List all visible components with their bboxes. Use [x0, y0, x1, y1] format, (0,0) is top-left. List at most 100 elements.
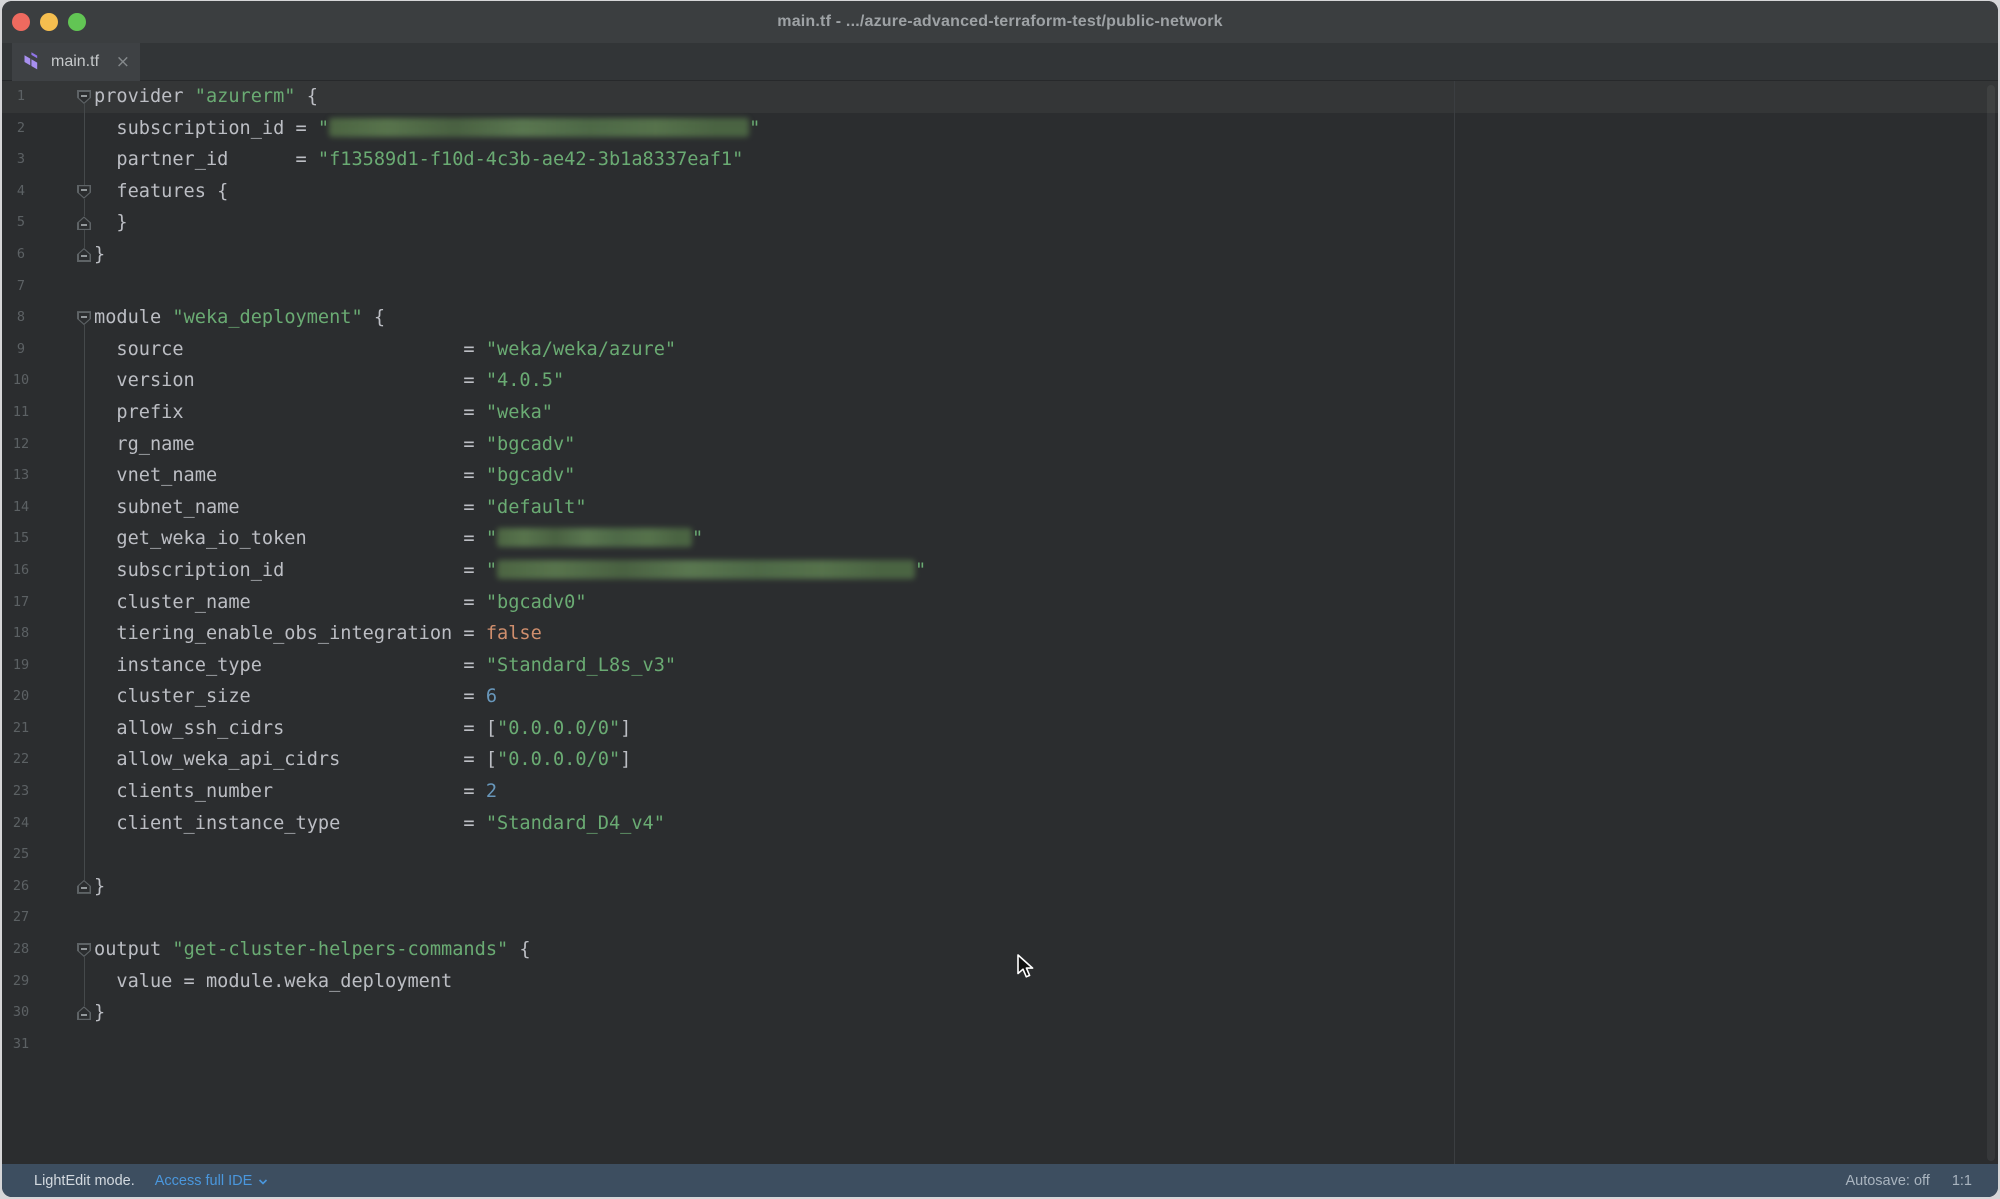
line-number: 31 [2, 1029, 40, 1061]
code-text: rg_name = "bgcadv" [94, 429, 575, 461]
code-line[interactable]: 6} [2, 239, 1998, 271]
code-line[interactable]: 7 [2, 271, 1998, 303]
code-line[interactable]: 20 cluster_size = 6 [2, 681, 1998, 713]
editor-scrollbar[interactable] [1987, 85, 1995, 1161]
code-line[interactable]: 18 tiering_enable_obs_integration = fals… [2, 618, 1998, 650]
line-number: 2 [2, 113, 40, 145]
window-title: main.tf - .../azure-advanced-terraform-t… [2, 1, 1998, 43]
line-number: 21 [2, 713, 40, 745]
fold-connector [84, 230, 85, 248]
code-line[interactable]: 22 allow_weka_api_cidrs = ["0.0.0.0/0"] [2, 744, 1998, 776]
tab-bar: main.tf × [2, 43, 1998, 81]
fold-region-end-icon[interactable] [77, 216, 91, 230]
code-line[interactable]: 26} [2, 871, 1998, 903]
mouse-cursor [1014, 954, 1040, 980]
code-line[interactable]: 16 subscription_id = "" [2, 555, 1998, 587]
code-line[interactable]: 15 get_weka_io_token = "" [2, 523, 1998, 555]
code-line[interactable]: 24 client_instance_type = "Standard_D4_v… [2, 808, 1998, 840]
line-number: 6 [2, 239, 40, 271]
code-text: vnet_name = "bgcadv" [94, 460, 575, 492]
tab-label: main.tf [51, 53, 99, 71]
line-number: 24 [2, 808, 40, 840]
caret-position-widget[interactable]: 1:1 [1952, 1173, 1972, 1189]
fold-connector [84, 325, 85, 880]
fold-connector [84, 104, 85, 185]
line-number: 9 [2, 334, 40, 366]
code-text: version = "4.0.5" [94, 365, 564, 397]
code-line[interactable]: 30} [2, 997, 1998, 1029]
line-number: 26 [2, 871, 40, 903]
code-line[interactable]: 29 value = module.weka_deployment [2, 966, 1998, 998]
code-line[interactable]: 31 [2, 1029, 1998, 1061]
code-text: } [94, 997, 105, 1029]
tab-main-tf[interactable]: main.tf × [12, 43, 140, 81]
status-bar: LightEdit mode. Access full IDE Autosave… [2, 1164, 1998, 1197]
code-line[interactable]: 12 rg_name = "bgcadv" [2, 429, 1998, 461]
code-line[interactable]: 2 subscription_id = "" [2, 113, 1998, 145]
code-text: allow_ssh_cidrs = ["0.0.0.0/0"] [94, 713, 631, 745]
code-text: get_weka_io_token = "" [94, 523, 703, 555]
fold-connector [84, 199, 85, 217]
line-number: 27 [2, 902, 40, 934]
code-text: source = "weka/weka/azure" [94, 334, 676, 366]
code-text: subscription_id = "" [94, 113, 760, 145]
code-line[interactable]: 11 prefix = "weka" [2, 397, 1998, 429]
code-text: clients_number = 2 [94, 776, 497, 808]
code-line[interactable]: 17 cluster_name = "bgcadv0" [2, 587, 1998, 619]
code-line[interactable]: 13 vnet_name = "bgcadv" [2, 460, 1998, 492]
access-full-ide-link[interactable]: Access full IDE [155, 1173, 269, 1189]
code-text: cluster_name = "bgcadv0" [94, 587, 587, 619]
code-line[interactable]: 10 version = "4.0.5" [2, 365, 1998, 397]
code-line[interactable]: 28output "get-cluster-helpers-commands" … [2, 934, 1998, 966]
code-editor[interactable]: 1provider "azurerm" {2 subscription_id =… [2, 81, 1998, 1164]
code-line[interactable]: 21 allow_ssh_cidrs = ["0.0.0.0/0"] [2, 713, 1998, 745]
line-number: 12 [2, 429, 40, 461]
line-number: 3 [2, 144, 40, 176]
line-number: 20 [2, 681, 40, 713]
line-number: 15 [2, 523, 40, 555]
autosave-status[interactable]: Autosave: off [1845, 1173, 1929, 1189]
code-text: } [94, 239, 105, 271]
code-text: subnet_name = "default" [94, 492, 587, 524]
code-line[interactable]: 14 subnet_name = "default" [2, 492, 1998, 524]
code-text: tiering_enable_obs_integration = false [94, 618, 542, 650]
line-number: 19 [2, 650, 40, 682]
code-line[interactable]: 8module "weka_deployment" { [2, 302, 1998, 334]
code-text: allow_weka_api_cidrs = ["0.0.0.0/0"] [94, 744, 631, 776]
redacted-secret [329, 118, 749, 137]
code-line[interactable]: 4 features { [2, 176, 1998, 208]
code-text: client_instance_type = "Standard_D4_v4" [94, 808, 665, 840]
redacted-secret [497, 560, 915, 579]
fold-region-start-icon[interactable] [77, 943, 91, 957]
code-line[interactable]: 23 clients_number = 2 [2, 776, 1998, 808]
code-line[interactable]: 27 [2, 902, 1998, 934]
fold-region-end-icon[interactable] [77, 1006, 91, 1020]
titlebar: main.tf - .../azure-advanced-terraform-t… [2, 1, 1998, 43]
fold-region-end-icon[interactable] [77, 248, 91, 262]
fold-region-start-icon[interactable] [77, 185, 91, 199]
terraform-icon [22, 52, 42, 72]
code-line[interactable]: 5 } [2, 207, 1998, 239]
chevron-down-icon [258, 1177, 268, 1187]
line-number: 23 [2, 776, 40, 808]
tab-close-icon[interactable]: × [116, 54, 130, 71]
code-text: output "get-cluster-helpers-commands" { [94, 934, 531, 966]
fold-region-start-icon[interactable] [77, 311, 91, 325]
code-line[interactable]: 1 provider "azurerm" { [2, 81, 1998, 113]
line-number: 25 [2, 839, 40, 871]
fold-region-start-icon[interactable] [77, 90, 91, 104]
code-line[interactable]: 19 instance_type = "Standard_L8s_v3" [2, 650, 1998, 682]
code-text: provider "azurerm" { [94, 81, 318, 113]
redacted-secret [497, 528, 692, 547]
code-line[interactable]: 9 source = "weka/weka/azure" [2, 334, 1998, 366]
line-number: 1 [2, 81, 40, 113]
line-number: 11 [2, 397, 40, 429]
code-line[interactable]: 3 partner_id = "f13589d1-f10d-4c3b-ae42-… [2, 144, 1998, 176]
code-text: module "weka_deployment" { [94, 302, 385, 334]
line-number: 7 [2, 271, 40, 303]
access-full-ide-label: Access full IDE [155, 1173, 253, 1189]
code-line[interactable]: 25 [2, 839, 1998, 871]
fold-region-end-icon[interactable] [77, 880, 91, 894]
line-number: 30 [2, 997, 40, 1029]
line-number: 22 [2, 744, 40, 776]
